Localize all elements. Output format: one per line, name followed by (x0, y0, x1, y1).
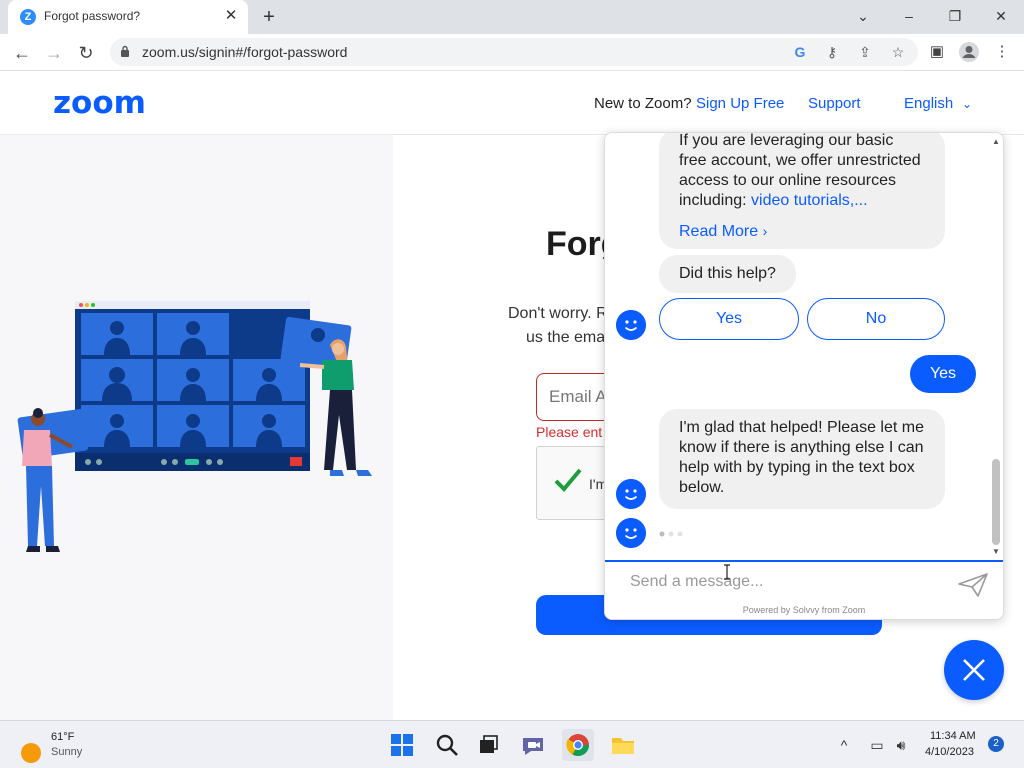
zoom-favicon-icon: Z (20, 9, 36, 25)
no-option-label: No (865, 310, 887, 327)
profile-avatar-icon[interactable] (958, 41, 980, 63)
scroll-down-icon[interactable]: ▼ (991, 547, 1001, 556)
message-input[interactable]: Send a message... (630, 573, 763, 591)
network-icon[interactable]: ▭ (867, 735, 887, 755)
scroll-up-icon[interactable]: ▲ (991, 137, 1001, 146)
bot-avatar-icon (616, 479, 646, 509)
start-menu-icon[interactable] (386, 729, 418, 761)
lock-icon[interactable] (120, 45, 130, 57)
chrome-menu-icon[interactable]: ⋮ (991, 41, 1013, 63)
chevron-up-icon[interactable]: ^ (834, 735, 854, 755)
taskbar: 61°F Sunny ^ ▭ 🔊︎ 11:34 AM 4/10/2023 2 (0, 720, 1024, 768)
close-tab-icon[interactable]: ✕ (222, 7, 240, 25)
yes-option-label: Yes (715, 310, 743, 327)
send-message-icon[interactable] (957, 572, 989, 598)
illustration-panel (0, 135, 393, 720)
side-panel-icon[interactable]: ▣ (926, 41, 948, 63)
chat-scrollbar[interactable]: ▲ ▼ (989, 137, 1002, 559)
close-chat-button[interactable] (944, 640, 1004, 700)
signup-link[interactable]: Sign Up Free (696, 95, 784, 112)
notification-badge[interactable]: 2 (988, 736, 1004, 752)
back-icon[interactable]: ← (10, 41, 34, 65)
read-more-label: Read More (679, 223, 759, 240)
bot-reply-bubble: I'm glad that helped! Please let me know… (659, 409, 945, 509)
browser-tab[interactable]: Z Forgot password? ✕ (8, 0, 248, 34)
message-composer[interactable]: Send a message... Powered by Solvvy from… (605, 560, 1003, 619)
new-tab-icon[interactable]: + (258, 6, 280, 28)
zoom-logo[interactable]: zoom (53, 85, 146, 121)
clock-date[interactable]: 4/10/2023 (925, 746, 974, 758)
question-text: Did this help? (679, 265, 776, 282)
volume-icon[interactable]: 🔊︎ (891, 735, 911, 755)
search-icon[interactable] (431, 729, 463, 761)
minimize-icon[interactable]: – (895, 4, 923, 28)
powered-by-text: Powered by Solvvy from Zoom (742, 605, 866, 615)
bot-avatar-icon (616, 310, 646, 340)
no-option-button[interactable]: No (807, 298, 945, 340)
reload-icon[interactable]: ↻ (74, 41, 98, 65)
chevron-right-icon: › (762, 223, 768, 239)
video-conference-illustration (17, 301, 372, 552)
google-icon[interactable]: G (790, 42, 810, 62)
file-explorer-icon[interactable] (607, 729, 639, 761)
share-icon[interactable]: ⇪ (855, 42, 875, 62)
read-more-link[interactable]: Read More › (679, 221, 925, 242)
weather-description[interactable]: Sunny (51, 746, 82, 758)
subtitle-line-2: us the ema (526, 329, 606, 346)
close-window-icon[interactable]: ✕ (987, 4, 1015, 28)
weather-temperature[interactable]: 61°F (51, 731, 74, 743)
bot-reply-text: I'm glad that helped! Please let me know… (679, 419, 924, 496)
tab-search-icon[interactable]: ⌄ (849, 4, 877, 28)
tab-title: Forgot password? (44, 9, 141, 23)
restore-icon[interactable]: ❐ (941, 4, 969, 28)
video-tutorials-link[interactable]: video tutorials,... (751, 192, 868, 209)
subtitle-line-1: Don't worry. R (508, 305, 608, 322)
checkmark-icon[interactable] (553, 467, 583, 493)
bot-avatar-icon (616, 518, 646, 548)
omnibox[interactable]: zoom.us/signin#/forgot-password G ⚷ ⇪ ☆ (110, 38, 918, 66)
page-subtitle: Don't worry. R us the ema (508, 302, 608, 350)
url-text[interactable]: zoom.us/signin#/forgot-password (142, 44, 347, 60)
chevron-down-icon[interactable]: ⌄ (962, 97, 972, 111)
site-header: zoom New to Zoom? Sign Up Free Support E… (0, 71, 1024, 135)
address-bar: ← → ↻ zoom.us/signin#/forgot-password G … (0, 34, 1024, 71)
forward-icon[interactable]: → (42, 41, 66, 65)
task-view-icon[interactable] (472, 729, 504, 761)
sun-icon[interactable] (21, 743, 41, 763)
browser-tab-bar: Z Forgot password? ✕ + ⌄ – ❐ ✕ (0, 0, 1024, 34)
text-cursor-icon (724, 564, 730, 580)
support-chat-window: If you are leveraging our basic free acc… (604, 132, 1004, 620)
bot-message-bubble: If you are leveraging our basic free acc… (659, 133, 945, 249)
user-message-text: Yes (929, 365, 957, 382)
email-error-text: Please ent (536, 424, 603, 440)
question-bubble: Did this help? (659, 255, 796, 293)
scrollbar-thumb[interactable] (992, 459, 1000, 545)
typing-indicator-icon (659, 531, 683, 537)
teams-chat-icon[interactable] (517, 729, 549, 761)
language-select[interactable]: English (904, 95, 953, 112)
email-placeholder: Email A (549, 387, 607, 406)
clock-time[interactable]: 11:34 AM (930, 730, 976, 742)
yes-option-button[interactable]: Yes (659, 298, 799, 340)
user-message-bubble: Yes (910, 355, 976, 393)
key-icon[interactable]: ⚷ (822, 42, 842, 62)
close-icon (963, 659, 985, 681)
bookmark-star-icon[interactable]: ☆ (888, 42, 908, 62)
chrome-taskbar-icon[interactable] (562, 729, 594, 761)
new-to-zoom-text: New to Zoom? (594, 95, 692, 112)
support-link[interactable]: Support (808, 95, 861, 112)
